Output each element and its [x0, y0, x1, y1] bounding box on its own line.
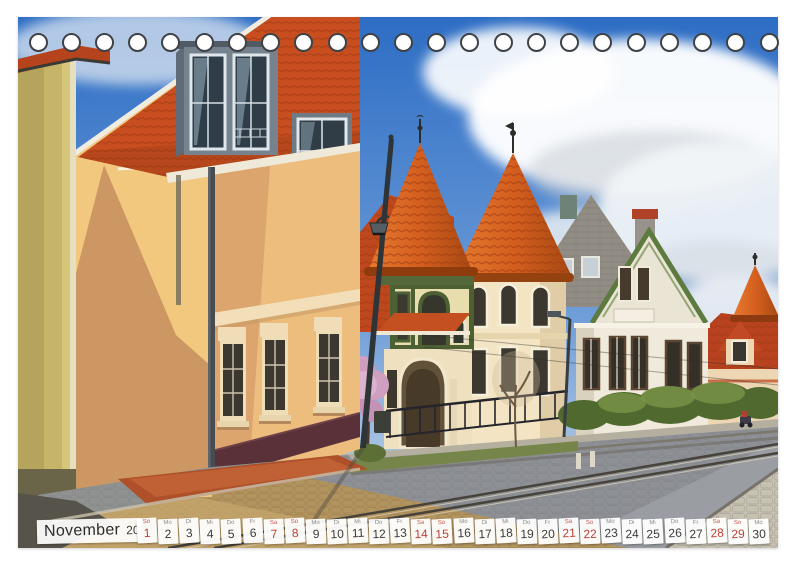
date-cell: Mi18	[495, 518, 517, 544]
weekday-abbrev: Di	[333, 519, 339, 526]
facade-windows	[217, 331, 345, 430]
date-cell: Mo23	[600, 518, 622, 544]
date-cell: Do19	[516, 519, 537, 545]
binding-hole	[494, 33, 513, 52]
date-number: 24	[625, 528, 639, 542]
date-number: 15	[436, 527, 450, 541]
date-cell: Di17	[474, 518, 495, 544]
photo-area	[18, 17, 778, 548]
date-cell: Mo30	[748, 518, 769, 544]
date-cell: Di10	[326, 518, 347, 544]
date-cell: Fr6	[242, 518, 263, 544]
binding-hole	[95, 33, 114, 52]
date-number: 14	[414, 528, 428, 542]
date-number: 12	[372, 528, 386, 542]
weekday-abbrev: Mi	[650, 519, 657, 526]
date-cell: Do5	[221, 518, 242, 544]
weekday-abbrev: Mo	[754, 519, 763, 526]
date-number: 17	[478, 528, 492, 542]
date-cell: Sa7	[263, 518, 284, 544]
month-label-box: November 2026	[37, 518, 141, 544]
date-cell: Mo16	[453, 518, 474, 544]
binding-hole	[394, 33, 413, 52]
weekday-abbrev: Do	[227, 519, 235, 526]
binding-hole	[195, 33, 214, 52]
binding-hole	[627, 33, 646, 52]
date-number: 10	[330, 527, 344, 541]
date-cell: Mo9	[305, 519, 326, 545]
date-number: 7	[270, 528, 277, 541]
date-cell: Sa28	[706, 518, 728, 544]
date-cell: So1	[136, 518, 157, 544]
date-number: 3	[186, 527, 193, 540]
date-cell: Sa21	[558, 518, 579, 544]
date-cell: Do12	[369, 518, 390, 544]
date-cell: So8	[284, 518, 306, 544]
date-cells-row: So1Mo2Di3Mi4Do5Fr6Sa7So8Mo9Di10Mi11Do12F…	[136, 518, 781, 546]
date-cell: Sa14	[411, 519, 432, 545]
date-number: 8	[291, 527, 298, 540]
date-cell: So29	[727, 519, 748, 545]
binding-hole	[660, 33, 679, 52]
binding-hole	[328, 33, 347, 52]
date-cell: Mo2	[158, 518, 179, 544]
date-number: 25	[647, 527, 661, 541]
binding-hole	[62, 33, 81, 52]
date-number: 27	[689, 528, 703, 542]
date-number: 4	[207, 528, 214, 541]
date-number: 16	[457, 527, 471, 541]
binding-hole	[29, 33, 48, 52]
date-cell: So15	[432, 518, 453, 544]
date-number: 22	[583, 528, 597, 542]
binding-hole	[760, 33, 779, 52]
date-number: 13	[393, 527, 407, 541]
date-cell: Fr20	[537, 518, 558, 544]
roof-skylight	[582, 257, 599, 277]
weekday-abbrev: So	[438, 519, 446, 526]
roof-dormer-large	[176, 41, 278, 157]
date-number: 6	[249, 527, 256, 540]
binding-hole	[261, 33, 280, 52]
binding-hole	[228, 33, 247, 52]
date-cell: Mi25	[643, 518, 664, 544]
date-cell: Do26	[664, 518, 685, 544]
date-number: 19	[520, 528, 534, 542]
date-cell: Mi4	[200, 519, 221, 545]
date-number: 28	[710, 527, 724, 541]
chimney	[560, 195, 577, 219]
date-number: 2	[165, 528, 172, 541]
date-number: 30	[752, 527, 766, 541]
month-name: November	[44, 521, 121, 541]
date-number: 18	[499, 527, 513, 541]
binding-hole	[361, 33, 380, 52]
date-cell: Fr13	[389, 518, 411, 544]
date-number: 29	[731, 528, 745, 542]
binding-hole	[527, 33, 546, 52]
date-number: 20	[541, 527, 555, 541]
date-number: 26	[668, 527, 682, 541]
calendar-sheet: November 2026 So1Mo2Di3Mi4Do5Fr6Sa7So8Mo…	[0, 0, 800, 575]
date-number: 5	[228, 527, 235, 540]
weekday-abbrev: Fr	[544, 519, 550, 526]
date-number: 23	[604, 527, 618, 541]
date-cell: Di3	[178, 518, 200, 544]
date-number: 1	[143, 527, 150, 540]
street-scene-photo	[18, 17, 778, 548]
date-cell: So22	[580, 518, 601, 544]
binding-hole	[693, 33, 712, 52]
date-cell: Mi11	[347, 518, 368, 544]
date-cell: Fr27	[685, 518, 706, 544]
date-number: 21	[562, 527, 576, 541]
date-number: 11	[352, 527, 365, 541]
waste-bin	[374, 411, 390, 433]
date-number: 9	[312, 528, 319, 541]
date-cell: Di24	[622, 519, 643, 545]
